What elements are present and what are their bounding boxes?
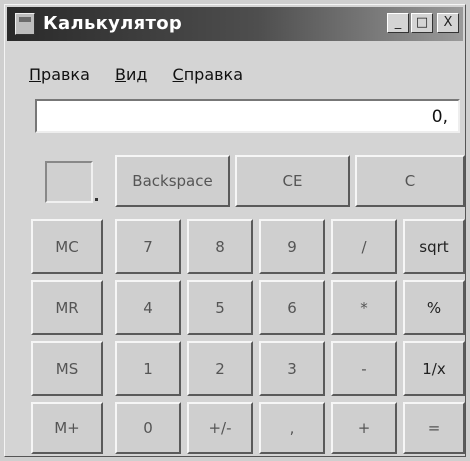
- digit-8-button[interactable]: 8: [187, 219, 253, 274]
- result-display: 0,: [35, 99, 460, 133]
- menu-help[interactable]: Справка: [173, 65, 244, 84]
- display-value: 0,: [431, 107, 448, 127]
- digit-0-button[interactable]: 0: [115, 402, 181, 454]
- digit-3-button[interactable]: 3: [259, 341, 325, 396]
- digit-6-button[interactable]: 6: [259, 280, 325, 335]
- mr-button[interactable]: MR: [31, 280, 103, 335]
- memory-indicator-dot: [95, 198, 98, 201]
- percent-button[interactable]: %: [403, 280, 465, 335]
- memory-indicator: [45, 161, 93, 203]
- mc-button[interactable]: MC: [31, 219, 103, 274]
- reciprocal-button[interactable]: 1/x: [403, 341, 465, 396]
- calculator-app-icon: [15, 13, 35, 35]
- sign-toggle-button[interactable]: +/-: [187, 402, 253, 454]
- multiply-button[interactable]: *: [331, 280, 397, 335]
- window-title: Калькулятор: [43, 13, 183, 34]
- digit-2-button[interactable]: 2: [187, 341, 253, 396]
- m-plus-button[interactable]: M+: [31, 402, 103, 454]
- ce-button[interactable]: CE: [235, 155, 350, 207]
- sqrt-button[interactable]: sqrt: [403, 219, 465, 274]
- menu-bar: Правка Вид Справка: [29, 65, 263, 89]
- calculator-window: Калькулятор _ □ X Правка Вид Справка 0, …: [4, 4, 466, 457]
- divide-button[interactable]: /: [331, 219, 397, 274]
- digit-9-button[interactable]: 9: [259, 219, 325, 274]
- backspace-button[interactable]: Backspace: [115, 155, 230, 207]
- decimal-button[interactable]: ,: [259, 402, 325, 454]
- equals-button[interactable]: =: [403, 402, 465, 454]
- minimize-button[interactable]: _: [387, 13, 409, 33]
- subtract-button[interactable]: -: [331, 341, 397, 396]
- title-bar: Калькулятор _ □ X: [7, 7, 463, 41]
- digit-5-button[interactable]: 5: [187, 280, 253, 335]
- close-button[interactable]: X: [437, 13, 459, 33]
- add-button[interactable]: +: [331, 402, 397, 454]
- digit-1-button[interactable]: 1: [115, 341, 181, 396]
- digit-4-button[interactable]: 4: [115, 280, 181, 335]
- ms-button[interactable]: MS: [31, 341, 103, 396]
- clear-button[interactable]: C: [355, 155, 465, 207]
- digit-7-button[interactable]: 7: [115, 219, 181, 274]
- menu-edit[interactable]: Правка: [29, 65, 90, 84]
- menu-view[interactable]: Вид: [115, 65, 147, 84]
- maximize-button[interactable]: □: [411, 13, 433, 33]
